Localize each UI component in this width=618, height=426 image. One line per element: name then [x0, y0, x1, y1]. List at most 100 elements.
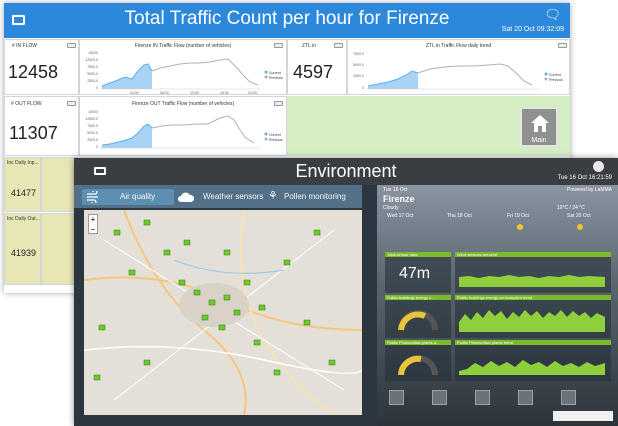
ztl-in-chart-options-button[interactable] — [558, 43, 567, 48]
ztl-in-value: 4597 — [293, 62, 334, 82]
traffic-title: Total Traffic Count per hour for Firenze — [124, 8, 450, 29]
ztl-legend-previous: Previous — [549, 78, 563, 82]
in-flow-previous-series — [151, 58, 259, 86]
tab-pollen-monitoring[interactable]: ⚘ Pollen monitoring — [266, 189, 362, 205]
in-flow-chart-panel: Firenze IN Traffic Flow (number of vehic… — [79, 39, 287, 95]
forecast-day: Thu 18 Oct — [447, 213, 472, 219]
x-tick-label: 12:00 — [190, 91, 199, 95]
wind-icon — [87, 191, 98, 203]
tab-air-quality-label: Air quality — [120, 192, 156, 201]
document-icon[interactable] — [432, 390, 447, 405]
inc-daily-in-label: Inc Daily Inp... — [7, 160, 39, 166]
environment-title: Environment — [295, 161, 397, 181]
photovoltaic-trend-chart — [455, 345, 611, 381]
ztl-legend-current: Current — [549, 73, 561, 77]
inc-daily-in-side-panel — [41, 157, 78, 212]
out-flow-y-tick: 15000 — [88, 110, 98, 114]
ztl-in-options-button[interactable] — [334, 43, 343, 48]
inc-daily-out-label: Inc Daily Out... — [7, 216, 40, 222]
environment-tabs: Air quality Weather sensors ⚘ Pollen mon… — [74, 185, 362, 208]
in-flow-y-tick: 12500.0 — [85, 58, 98, 62]
sensor-map[interactable]: + − — [84, 210, 362, 415]
main-home-button[interactable]: Main — [520, 107, 558, 147]
inc-daily-out-value: 41939 — [11, 248, 37, 258]
map-roads — [84, 210, 362, 415]
environment-header: Environment Tue 16 Oct 16:21:59 — [74, 158, 618, 185]
ztl-previous-series — [417, 63, 533, 86]
out-legend-previous: Previous — [269, 138, 283, 142]
inc-daily-out-side-panel — [41, 213, 78, 285]
chat-icon[interactable]: 🗨 — [544, 7, 561, 23]
out-flow-y-tick: 5000.0 — [87, 131, 98, 135]
out-legend-current: Current — [269, 133, 281, 137]
out-flow-chart-title: Firenze OUT Traffic Flow (number of vehi… — [131, 101, 235, 107]
in-flow-y-tick: 7500.0 — [87, 65, 98, 69]
ztl-y-tick: 5000.0 — [353, 63, 364, 67]
sun-icon — [517, 224, 523, 230]
inc-daily-in-panel: Inc Daily Inp... 41477 — [4, 157, 41, 212]
tab-air-quality[interactable]: Air quality — [82, 189, 174, 205]
weather-temps: 19°C / 24 °C — [557, 205, 585, 211]
x-tick-label: 16:00 — [220, 91, 229, 95]
map-zoom-controls: + − — [88, 214, 98, 234]
inc-daily-in-value: 41477 — [11, 188, 37, 198]
in-flow-chart-options-button[interactable] — [274, 43, 283, 48]
weather-city: Firenze — [383, 194, 415, 204]
cloud-icon — [178, 192, 195, 202]
out-flow-label: # OUT FLOW — [11, 101, 42, 107]
network-icon[interactable] — [475, 390, 490, 405]
zoom-in-button[interactable]: + — [89, 215, 97, 225]
in-flow-chart: 15000 12500.0 7500.0 5000.0 2500.0 0 04:… — [85, 51, 283, 95]
out-flow-previous-series — [151, 115, 255, 144]
main-label: Main — [531, 137, 547, 144]
forecast-day: Wed 17 Oct — [387, 213, 414, 219]
wind-trend-chart — [455, 257, 611, 293]
energy-gauge-panel — [385, 300, 451, 338]
energy-trend-chart — [455, 300, 611, 338]
out-flow-y-tick: 2500.0 — [87, 138, 98, 142]
out-flow-chart-options-button[interactable] — [274, 101, 283, 106]
partner-logos — [553, 411, 613, 421]
avatar-icon[interactable] — [593, 161, 604, 172]
out-flow-panel: # OUT FLOW 11307 — [4, 96, 79, 156]
in-flow-y-tick: 5000.0 — [87, 72, 98, 76]
out-flow-chart: 15000 12500.0 7500.0 5000.0 2500.0 0 Cur… — [85, 110, 283, 149]
building-icon[interactable] — [518, 390, 533, 405]
in-flow-label: # IN FLOW — [12, 43, 38, 49]
weather-powered-by: Powered by LaMMA — [567, 187, 613, 193]
weather-date: Tue 16 Oct — [383, 187, 408, 193]
in-flow-y-tick: 15000 — [88, 51, 98, 55]
mobility-icon[interactable] — [389, 390, 404, 405]
in-flow-value: 12458 — [8, 62, 59, 82]
energy-gauge — [398, 310, 438, 331]
x-tick-label: 08:00 — [160, 91, 169, 95]
environment-datetime: Tue 16 Oct 16:21:59 — [557, 175, 612, 181]
out-flow-y-tick: 0 — [96, 145, 98, 149]
ztl-in-panel: ZTL in 4597 — [287, 39, 347, 95]
tab-weather-sensors-label: Weather sensors — [203, 192, 264, 201]
in-flow-y-tick: 0 — [96, 86, 98, 90]
forecast-day: Sat 20 Oct — [567, 213, 591, 219]
photovoltaic-gauge-panel — [385, 345, 451, 381]
out-flow-y-tick: 12500.0 — [85, 117, 98, 121]
out-flow-y-tick: 7500.0 — [87, 124, 98, 128]
in-flow-current-area — [102, 64, 152, 89]
x-tick-label: 04:00 — [130, 91, 139, 95]
total-sensor-panel: 47m — [385, 257, 451, 293]
traffic-header: Total Traffic Count per hour for Firenze… — [4, 3, 570, 38]
out-flow-options-button[interactable] — [67, 101, 76, 106]
sun-icon — [577, 224, 583, 230]
ztl-in-chart-panel: ZTL in Traffic Flow daily trend 7500.0 5… — [347, 39, 570, 95]
tab-weather-sensors[interactable]: Weather sensors — [177, 189, 265, 205]
forecast-day: Fri 19 Oct — [507, 213, 529, 219]
environment-right-area: Tue 16 Oct Powered by LaMMA Firenze Clou… — [377, 185, 618, 426]
in-flow-y-tick: 2500.0 — [87, 79, 98, 83]
total-sensor-value: 47m — [399, 265, 431, 282]
zoom-out-button[interactable]: − — [89, 225, 97, 235]
traffic-datetime: Sat 20 Oct 09:32:09 — [501, 26, 564, 33]
out-flow-value: 11307 — [9, 123, 58, 143]
in-flow-options-button[interactable] — [67, 43, 76, 48]
home-icon[interactable] — [561, 390, 576, 405]
pollen-icon: ⚘ — [268, 190, 278, 202]
in-flow-panel: # IN FLOW 12458 — [4, 39, 79, 95]
